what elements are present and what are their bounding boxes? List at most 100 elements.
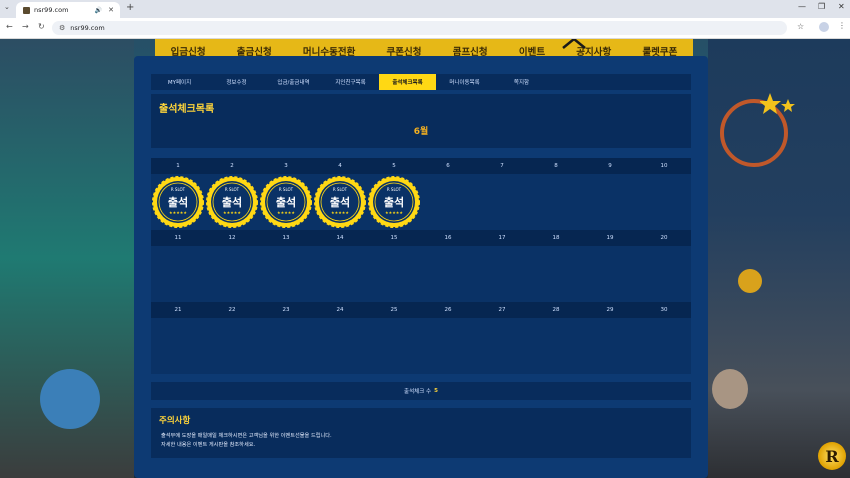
calendar-day: 13 — [259, 230, 313, 302]
day-body — [205, 318, 259, 374]
favicon-icon — [23, 6, 30, 14]
day-body: R SLOT 출석 ★★★★★ — [313, 174, 367, 230]
site-info-icon[interactable]: ⚙ — [59, 24, 65, 32]
day-number: 28 — [529, 302, 583, 318]
calendar-day: 8 — [529, 158, 583, 230]
day-number: 20 — [637, 230, 691, 246]
stamp-brand: R SLOT — [279, 187, 294, 192]
day-body — [367, 246, 421, 302]
page-viewport: 입금신청 출금신청 머니수동전환 쿠폰신청 콤프신청 이벤트 공지사항 룰렛쿠폰 MY페이지 정… — [0, 39, 850, 478]
stamp-stars: ★★★★★ — [331, 210, 349, 215]
calendar-week: 21 22 23 24 25 26 27 28 29 30 — [151, 302, 691, 374]
browser-tab[interactable]: nsr99.com 🔊 ✕ — [16, 2, 120, 18]
day-number: 22 — [205, 302, 259, 318]
calendar-day: 25 — [367, 302, 421, 374]
day-body — [151, 318, 205, 374]
calendar-day: 21 — [151, 302, 205, 374]
audio-icon[interactable]: 🔊 — [95, 7, 102, 14]
month-label: 6월 — [413, 127, 429, 137]
day-body — [205, 246, 259, 302]
profile-avatar[interactable] — [819, 22, 829, 32]
subtab-6[interactable]: 머니이동목록 — [436, 74, 493, 90]
attendance-stamp-icon: R SLOT 출석★★★★★ — [368, 176, 420, 228]
bookmark-star-icon[interactable]: ☆ — [797, 22, 804, 31]
attendance-stamp-icon: R SLOT 출석★★★★★ — [206, 176, 258, 228]
day-body — [637, 246, 691, 302]
close-tab-icon[interactable]: ✕ — [108, 6, 114, 14]
subtab-3[interactable]: 입금/출금내역 — [265, 74, 322, 90]
stamp-stars: ★★★★★ — [169, 210, 187, 215]
calendar-day: 19 — [583, 230, 637, 302]
calendar-week: 1R SLOT 출석 ★★★★★ 2 R SLOT 출석 ★★★★★ 3 R SLOT 출석 ★★★… — [151, 158, 691, 230]
attendance-stamp-icon: R SLOT 출석★★★★★ — [152, 176, 204, 228]
new-tab-icon[interactable]: + — [126, 2, 134, 13]
day-number: 12 — [205, 230, 259, 246]
day-body — [529, 174, 583, 230]
notice-title: 주의사항 — [159, 416, 191, 426]
forward-icon[interactable]: → — [22, 22, 29, 31]
attendance-calendar: 1R SLOT 출석 ★★★★★ 2 R SLOT 출석 ★★★★★ 3 R SLOT 출석 ★★★… — [151, 158, 691, 374]
minimize-icon[interactable]: — — [798, 2, 806, 11]
day-number: 15 — [367, 230, 421, 246]
stamp-stars: ★★★★★ — [277, 210, 295, 215]
subtab-4[interactable]: 지인친구목록 — [322, 74, 379, 90]
calendar-day: 18 — [529, 230, 583, 302]
calendar-day: 5 R SLOT 출석 ★★★★★ — [367, 158, 421, 230]
page-title: 출석체크목록 — [159, 104, 215, 115]
day-body — [583, 174, 637, 230]
day-number: 2 — [205, 158, 259, 174]
subtab-5[interactable]: 출석체크목록 — [379, 74, 436, 90]
stamp-text: 출석 — [330, 195, 350, 209]
day-number: 30 — [637, 302, 691, 318]
reload-icon[interactable]: ↻ — [38, 22, 45, 31]
subtab-bar: MY페이지 정보수정 입금/출금내역 지인친구목록 출석체크목록 머니이동목록 쪽지함 — [151, 74, 691, 90]
day-number: 24 — [313, 302, 367, 318]
notice-line-2: 자세한 내용은 이벤트 게시판을 참조하세요. — [161, 442, 256, 448]
day-body — [421, 246, 475, 302]
calendar-day: 29 — [583, 302, 637, 374]
attendance-stamp-icon: R SLOT 출석★★★★★ — [260, 176, 312, 228]
day-number: 1 — [151, 158, 205, 174]
calendar-day: 27 — [475, 302, 529, 374]
day-number: 5 — [367, 158, 421, 174]
day-number: 27 — [475, 302, 529, 318]
stamp-text: 출석 — [384, 195, 404, 209]
calendar-day: 14 — [313, 230, 367, 302]
calendar-day: 9 — [583, 158, 637, 230]
day-body — [475, 246, 529, 302]
notice-box: 주의사항 출석부에 도장을 매일매일 체크하시면은 고객님을 위한 이벤트선물을… — [151, 408, 691, 458]
url-input[interactable]: ⚙ nsr99.com — [52, 21, 787, 35]
site-logo-badge[interactable]: R — [818, 442, 846, 470]
stamp-text: 출석 — [222, 195, 242, 209]
restore-icon[interactable]: ❐ — [818, 2, 825, 11]
calendar-day: 3 R SLOT 출석 ★★★★★ — [259, 158, 313, 230]
decor-shark — [40, 369, 100, 429]
day-body — [421, 318, 475, 374]
calendar-day: 26 — [421, 302, 475, 374]
stamp-brand: R SLOT — [171, 187, 186, 192]
day-number: 21 — [151, 302, 205, 318]
back-icon[interactable]: ← — [6, 22, 13, 31]
calendar-day: 6 — [421, 158, 475, 230]
day-body — [529, 246, 583, 302]
tab-title: nsr99.com — [34, 6, 69, 14]
subtab-7[interactable]: 쪽지함 — [493, 74, 550, 90]
day-body: R SLOT 출석 ★★★★★ — [205, 174, 259, 230]
chevron-up-icon[interactable] — [559, 39, 589, 50]
notice-line-1: 출석부에 도장을 매일매일 체크하시면은 고객님을 위한 이벤트선물을 드립니다… — [161, 433, 332, 439]
stamp-brand: R SLOT — [225, 187, 240, 192]
subtab-2[interactable]: 정보수정 — [208, 74, 265, 90]
day-number: 19 — [583, 230, 637, 246]
browser-tabbar: ⌄ nsr99.com 🔊 ✕ + — ❐ ✕ — [0, 0, 850, 18]
close-window-icon[interactable]: ✕ — [838, 2, 845, 11]
day-number: 23 — [259, 302, 313, 318]
subtab-1[interactable]: MY페이지 — [151, 74, 208, 90]
menu-icon[interactable]: ⋮ — [838, 21, 846, 30]
day-number: 25 — [367, 302, 421, 318]
attendance-count-label: 출석체크 수 — [404, 389, 432, 395]
calendar-day: 17 — [475, 230, 529, 302]
day-body — [637, 318, 691, 374]
tab-search-icon[interactable]: ⌄ — [4, 3, 10, 11]
stamp-brand: R SLOT — [387, 187, 402, 192]
day-body — [583, 246, 637, 302]
